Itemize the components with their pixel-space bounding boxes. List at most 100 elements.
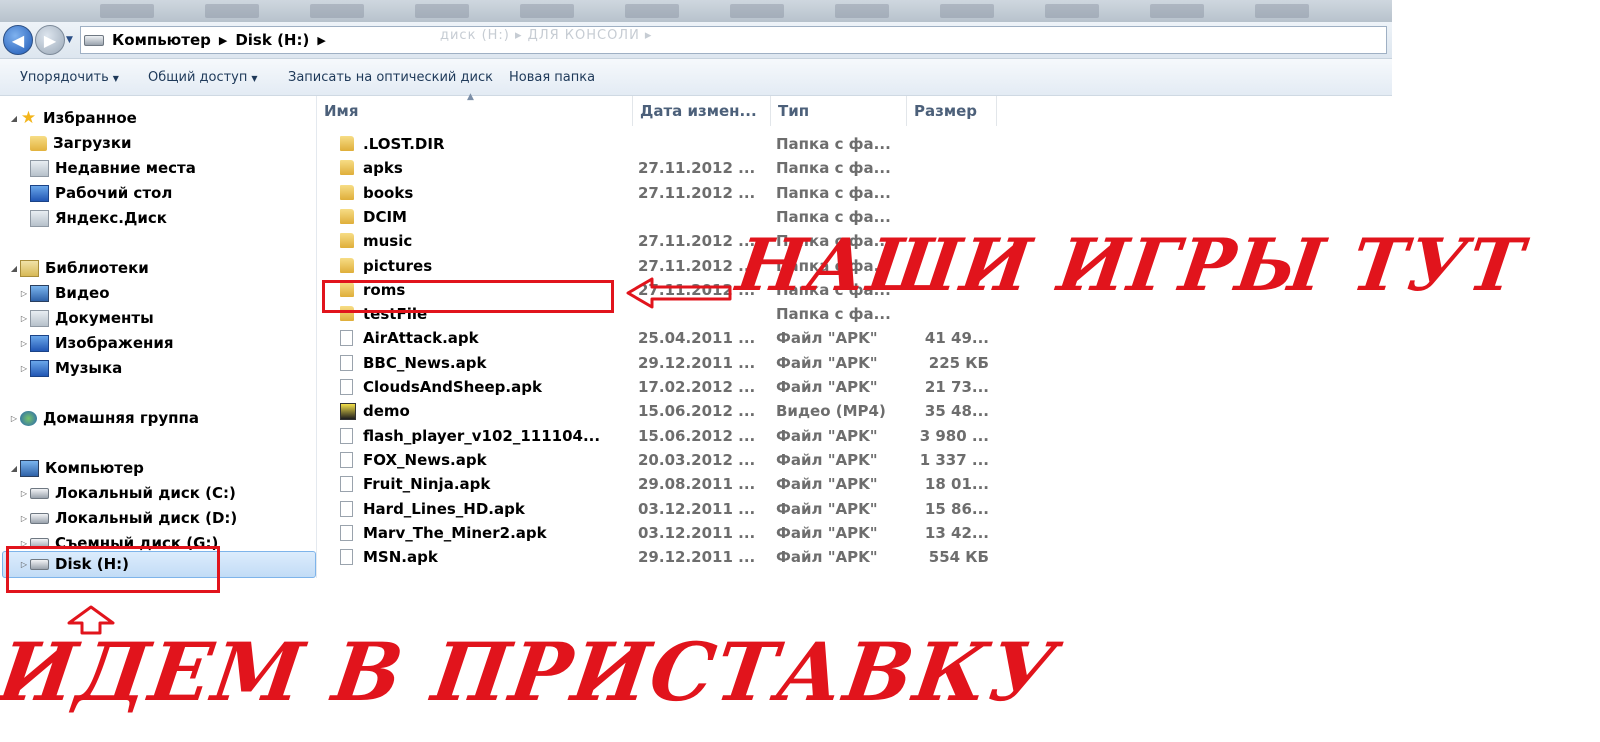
nav-downloads[interactable]: Загрузки [30, 132, 132, 154]
file-row[interactable]: .LOST.DIR Папка с фа... [317, 132, 997, 156]
nav-computer[interactable]: ◢ Компьютер [8, 457, 144, 479]
file-type: Видео (MP4) [776, 402, 886, 421]
expand-arrow-icon[interactable]: ◢ [8, 264, 20, 273]
file-type: Файл "APK" [776, 353, 878, 372]
file-icon [340, 500, 353, 517]
file-name: demo [363, 402, 410, 421]
taskbar-tab[interactable] [205, 4, 259, 18]
disk-h-highlight-box [6, 546, 220, 593]
file-row[interactable]: CloudsAndSheep.apk 17.02.2012 ... Файл "AP… [317, 375, 997, 399]
file-row[interactable]: MSN.apk 29.12.2011 ... Файл "APK" 554 КБ [317, 545, 997, 569]
folder-icon [340, 184, 354, 200]
collapsed-arrow-icon[interactable]: ▷ [18, 314, 30, 323]
cloud-disk-icon [30, 209, 49, 227]
hard-drive-icon [30, 512, 49, 524]
nav-music[interactable]: ▷ Музыка [18, 357, 122, 379]
taskbar-tab[interactable] [1150, 4, 1204, 18]
collapsed-arrow-icon[interactable]: ▷ [8, 414, 20, 423]
file-type: Файл "APK" [776, 475, 878, 494]
nav-label: Компьютер [45, 459, 144, 477]
column-type[interactable]: Тип [771, 96, 907, 126]
column-date[interactable]: Дата измен... [633, 96, 771, 126]
nav-label: Документы [55, 309, 154, 327]
file-date: 15.06.2012 ... [638, 402, 756, 421]
taskbar-tab[interactable] [730, 4, 784, 18]
nav-label: Музыка [55, 359, 123, 377]
column-name[interactable]: Имя ▲ [317, 92, 633, 126]
collapsed-arrow-icon[interactable]: ▷ [18, 289, 30, 298]
taskbar-tab[interactable] [1045, 4, 1099, 18]
recent-places-icon [30, 159, 49, 177]
file-row[interactable]: AirAttack.apk 25.04.2011 ... Файл "APK" 41 … [317, 326, 997, 350]
file-row[interactable]: Fruit_Ninja.apk 29.08.2011 ... Файл "APK" 1… [317, 472, 997, 496]
file-row[interactable]: FOX_News.apk 20.03.2012 ... Файл "APK" 1 33… [317, 448, 997, 472]
taskbar-tab[interactable] [625, 4, 679, 18]
file-row[interactable]: Hard_Lines_HD.apk 03.12.2011 ... Файл "APK… [317, 497, 997, 521]
file-type: Файл "APK" [776, 426, 878, 445]
breadcrumb-computer[interactable]: Компьютер [112, 31, 211, 49]
file-icon [340, 549, 353, 566]
nav-disk-d[interactable]: ▷ Локальный диск (D:) [18, 507, 237, 529]
forward-button[interactable]: ▶ [35, 25, 65, 55]
file-date: 03.12.2011 ... [638, 499, 756, 518]
new-folder-button[interactable]: Новая папка [509, 70, 595, 85]
breadcrumb-disk-h[interactable]: Disk (H:) [235, 31, 309, 49]
collapsed-arrow-icon[interactable]: ▷ [18, 489, 30, 498]
breadcrumb-chevron-icon[interactable]: ▶ [219, 34, 227, 47]
documents-library-icon [30, 309, 49, 327]
forward-arrow-icon: ▶ [43, 30, 57, 50]
nav-label: Видео [55, 284, 110, 302]
ghost-path-text: диск (H:) ▸ ДЛЯ КОНСОЛИ ▸ [440, 28, 653, 43]
nav-homegroup[interactable]: ▷ Домашняя группа [8, 407, 199, 429]
file-name: CloudsAndSheep.apk [363, 378, 542, 396]
taskbar-tab[interactable] [100, 4, 154, 18]
back-button[interactable]: ◀ [3, 25, 33, 55]
file-row[interactable]: demo 15.06.2012 ... Видео (MP4) 35 48... [317, 399, 997, 423]
expand-arrow-icon[interactable]: ◢ [8, 464, 20, 473]
nav-disk-c[interactable]: ▷ Локальный диск (C:) [18, 482, 236, 504]
collapsed-arrow-icon[interactable]: ▷ [18, 364, 30, 373]
file-type: Файл "APK" [776, 450, 878, 469]
file-row[interactable]: BBC_News.apk 29.12.2011 ... Файл "APK" 225 … [317, 351, 997, 375]
organize-button[interactable]: Упорядочить ▼ [20, 70, 119, 85]
file-row[interactable]: books 27.11.2012 ... Папка с фа... [317, 181, 997, 205]
address-bar[interactable]: Компьютер ▶ Disk (H:) ▶ [80, 26, 1387, 54]
history-dropdown-button[interactable]: ▼ [66, 35, 73, 45]
address-row: ◀ ▶ ▼ Компьютер ▶ Disk (H:) ▶ диск (H:) … [0, 22, 1392, 59]
nav-libraries[interactable]: ◢ Библиотеки [8, 257, 149, 279]
burn-button[interactable]: Записать на оптический диск [288, 70, 493, 85]
folder-icon [340, 208, 354, 224]
column-size[interactable]: Размер [907, 96, 997, 126]
nav-video[interactable]: ▷ Видео [18, 282, 110, 304]
nav-desktop[interactable]: Рабочий стол [30, 182, 172, 204]
breadcrumb-chevron-icon[interactable]: ▶ [317, 34, 325, 47]
file-row[interactable]: apks 27.11.2012 ... Папка с фа... [317, 156, 997, 180]
file-name: DCIM [363, 207, 407, 226]
taskbar-tab[interactable] [835, 4, 889, 18]
downloads-folder-icon [30, 135, 47, 151]
taskbar-tab[interactable] [940, 4, 994, 18]
taskbar-tab[interactable] [415, 4, 469, 18]
expand-arrow-icon[interactable]: ◢ [8, 114, 20, 123]
column-label: Имя [324, 102, 359, 120]
taskbar-tab[interactable] [1255, 4, 1309, 18]
share-button[interactable]: Общий доступ ▼ [148, 70, 258, 85]
dropdown-caret-icon: ▼ [251, 74, 258, 83]
nav-images[interactable]: ▷ Изображения [18, 332, 174, 354]
video-file-icon [340, 403, 356, 421]
file-row[interactable]: Marv_The_Miner2.apk 03.12.2011 ... Файл "A… [317, 521, 997, 545]
nav-favorites[interactable]: ◢ ★ Избранное [8, 107, 137, 129]
nav-recent[interactable]: Недавние места [30, 157, 196, 179]
nav-documents[interactable]: ▷ Документы [18, 307, 154, 329]
taskbar-tab[interactable] [520, 4, 574, 18]
nav-yandex-disk[interactable]: Яндекс.Диск [30, 207, 167, 229]
file-row[interactable]: flash_player_v102_111104... 15.06.2012 ..… [317, 424, 997, 448]
file-icon [340, 476, 353, 493]
taskbar-tab[interactable] [310, 4, 364, 18]
collapsed-arrow-icon[interactable]: ▷ [18, 514, 30, 523]
file-size: 15 86... [924, 499, 989, 518]
file-date: 03.12.2011 ... [638, 523, 756, 542]
nav-label: Недавние места [55, 159, 196, 177]
file-date: 17.02.2012 ... [638, 378, 756, 396]
collapsed-arrow-icon[interactable]: ▷ [18, 339, 30, 348]
